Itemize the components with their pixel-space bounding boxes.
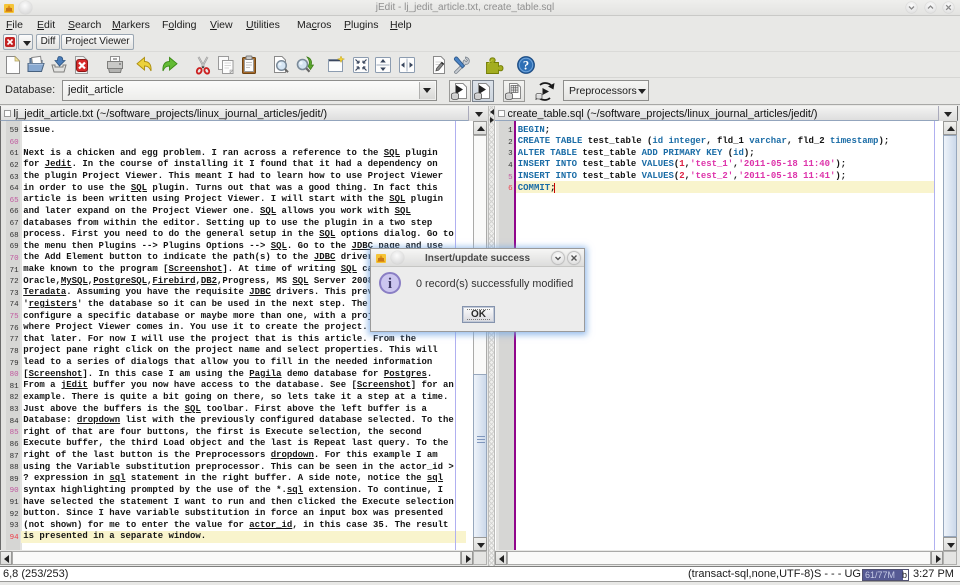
svg-text:?: ? <box>523 59 529 73</box>
